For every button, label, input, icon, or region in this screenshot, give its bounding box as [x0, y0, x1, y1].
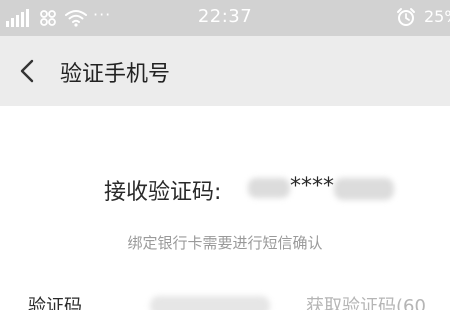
code-input-row: 验证码 获取验证码(60 [0, 286, 450, 310]
receive-code-label: 接收验证码: [104, 180, 222, 205]
alarm-icon [397, 8, 415, 26]
masked-phone-suffix [334, 178, 394, 200]
code-input-field[interactable] [150, 296, 270, 310]
status-bar: ··· 22:37 25% [0, 0, 450, 36]
status-time: 22:37 [197, 6, 253, 27]
masked-phone-prefix [248, 178, 290, 198]
sms-confirm-hint: 绑定银行卡需要进行短信确认 [127, 234, 323, 252]
header-bar: 验证手机号 [0, 36, 450, 106]
page-title: 验证手机号 [60, 62, 171, 87]
battery-level: 25% [424, 7, 450, 26]
masked-phone-digits: **** [290, 174, 334, 199]
get-code-button[interactable]: 获取验证码(60 [306, 292, 426, 310]
back-button[interactable] [16, 58, 38, 84]
code-input-label: 验证码 [28, 296, 82, 310]
main-content: 接收验证码: **** 绑定银行卡需要进行短信确认 验证码 获取验证码(60 [0, 106, 450, 310]
